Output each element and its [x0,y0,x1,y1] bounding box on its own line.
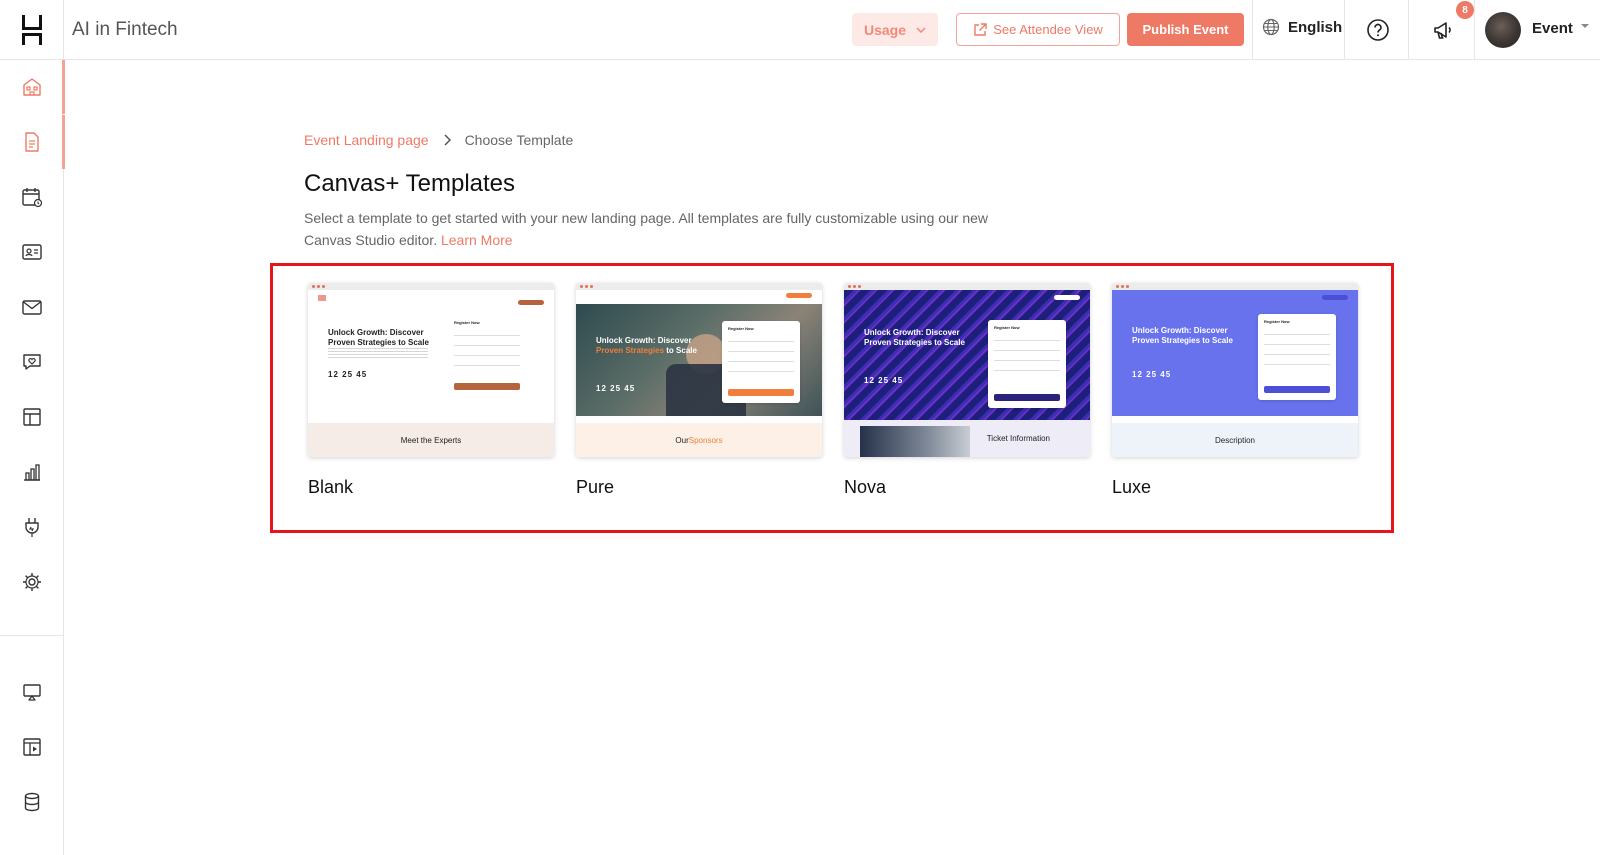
help-button[interactable] [1366,18,1390,47]
template-name: Luxe [1112,477,1152,497]
divider [1252,0,1253,60]
template-preview[interactable]: Unlock Growth: Discover Proven Strategie… [1112,283,1358,457]
presentation-icon [23,684,41,701]
browser-bar [576,283,822,290]
usage-dropdown-button[interactable]: Usage [852,13,938,46]
template-name: Pure [576,477,615,497]
template-name: Blank [308,477,354,497]
preview-hero: Unlock Growth: Discover Proven Strategie… [844,290,1090,420]
sidebar-item-presentation[interactable] [0,665,64,719]
notification-badge: 8 [1456,1,1474,19]
announcements-button[interactable] [1432,18,1456,47]
video-layout-icon [23,738,41,756]
sidebar-item-agenda[interactable] [0,170,64,224]
user-name[interactable]: Event [1532,20,1573,37]
database-icon [24,792,40,812]
help-circle-icon [1367,19,1389,41]
preview-countdown: 12 25 45 [328,370,368,379]
usage-label: Usage [863,21,907,38]
learn-more-link[interactable]: Learn More [441,232,513,248]
template-card-luxe[interactable]: Unlock Growth: Discover Proven Strategie… [1112,283,1358,498]
preview-form: Register Now [448,315,526,397]
mail-icon [22,300,42,315]
template-name: Nova [844,477,887,497]
preview-footer: Our Sponsors [576,423,822,457]
page-title: Canvas+ Templates [304,170,516,197]
preview-footer: Meet the Experts [308,423,554,457]
event-title: AI in Fintech [72,19,178,40]
external-link-icon [974,22,987,36]
divider [1474,0,1475,60]
avatar[interactable] [1485,12,1521,48]
divider [1408,0,1409,60]
plug-icon [25,518,39,537]
sidebar-item-video-layout[interactable] [0,720,64,774]
sidebar-item-email[interactable] [0,280,64,334]
description-text: Select a template to get started with yo… [304,210,989,248]
bar-chart-icon [24,464,40,481]
sidebar-item-attendees[interactable] [0,225,64,279]
document-icon [25,132,39,152]
chevron-down-icon [916,26,926,33]
preview-headline: Unlock Growth: Discover Proven Strategie… [328,328,429,347]
layout-icon [23,408,41,426]
template-preview[interactable]: Unlock Growth: Discover Proven Strategie… [308,283,554,457]
template-preview[interactable]: Unlock Growth: Discover Proven Strategie… [576,283,822,457]
divider [1344,0,1345,60]
see-attendee-view-button[interactable]: See Attendee View [956,13,1120,46]
calendar-icon [22,188,43,208]
browser-bar [844,283,1090,290]
sidebar-item-analytics[interactable] [0,445,64,499]
sidebar-item-integrations[interactable] [0,500,64,554]
megaphone-icon [1434,22,1451,39]
preview-hero: Unlock Growth: Discover Proven Strategie… [1112,290,1358,416]
template-card-blank[interactable]: Unlock Growth: Discover Proven Strategie… [308,283,554,498]
sidebar-item-layout[interactable] [0,390,64,444]
sidebar-divider [0,635,64,636]
breadcrumb: Event Landing page Choose Template [304,132,573,148]
language-label: English [1288,18,1343,36]
sidebar-item-home[interactable] [0,60,65,114]
sidebar [0,60,65,855]
template-card-nova[interactable]: Unlock Growth: Discover Proven Strategie… [844,283,1090,498]
logo-icon [21,15,42,45]
preview-hero: Unlock Growth: Discover Proven Strategie… [308,290,554,416]
id-card-icon [22,244,42,260]
preview-form: Register Now [988,320,1066,408]
publish-event-button[interactable]: Publish Event [1127,13,1244,46]
browser-bar [1112,283,1358,290]
sidebar-item-settings[interactable] [0,555,64,609]
page-description: Select a template to get started with yo… [304,207,1024,251]
sidebar-item-engagement[interactable] [0,335,64,389]
preview-form: Register Now [1258,314,1336,400]
sidebar-item-database[interactable] [0,775,64,829]
top-bar: AI in Fintech Usage See Attendee View Pu… [0,0,1600,60]
app-logo[interactable] [0,0,64,60]
preview-form: Register Now [722,321,800,403]
chevron-right-icon [444,134,451,146]
browser-bar [308,283,554,290]
preview-footer: Description [1112,423,1358,457]
caret-down-icon[interactable] [1580,22,1590,30]
breadcrumb-current: Choose Template [464,132,574,148]
preview-footer: Ticket Information [844,420,1090,457]
breadcrumb-parent-link[interactable]: Event Landing page [304,132,429,148]
gear-icon [23,573,41,591]
home-icon [23,78,41,96]
template-card-pure[interactable]: Unlock Growth: Discover Proven Strategie… [576,283,822,498]
chat-heart-icon [23,354,41,370]
template-preview[interactable]: Unlock Growth: Discover Proven Strategie… [844,283,1090,457]
see-attendee-view-label: See Attendee View [993,22,1103,37]
sidebar-item-landing-page[interactable] [0,115,65,169]
globe-icon [1262,18,1280,36]
language-selector[interactable]: English [1262,18,1342,36]
preview-hero-photo: Unlock Growth: Discover Proven Strategie… [576,304,822,416]
